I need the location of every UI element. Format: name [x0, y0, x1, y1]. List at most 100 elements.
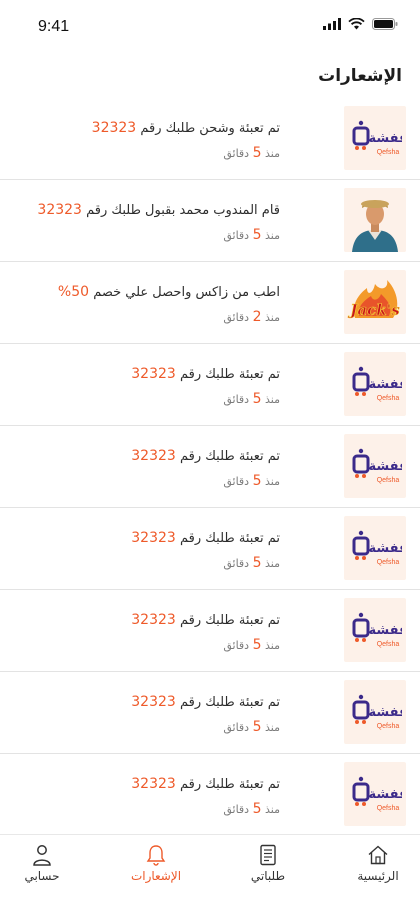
notification-message: قام المندوب محمد بقبول طلبك رقم 32323: [30, 202, 280, 218]
notification-time: منذ 5 دقائق: [30, 473, 280, 489]
qefsha-logo-icon: قفشة Qefsha: [352, 612, 402, 648]
wifi-icon: [348, 18, 365, 30]
qefsha-brand-latin: Qefsha: [377, 149, 400, 156]
notification-highlight: 32323: [131, 776, 176, 792]
time-unit: دقائق: [223, 803, 250, 816]
time-number: 5: [252, 145, 262, 161]
notification-message: تم تعبئة طلبك رقم 32323: [30, 530, 280, 546]
notification-item[interactable]: قفشة Qefsha تم تعبئة طلبك رقم 32323 منذ 5 د…: [0, 344, 420, 426]
notification-item[interactable]: قفشة Qefsha تم تعبئة طلبك رقم 32323 منذ 5 د…: [0, 672, 420, 754]
page-title: الإشعارات: [318, 66, 402, 86]
qefsha-brand-latin: Qefsha: [377, 723, 400, 730]
notification-time: منذ 5 دقائق: [30, 227, 280, 243]
notification-item[interactable]: قفشة Qefsha تم تعبئة طلبك رقم 32323 منذ 5 د…: [0, 590, 420, 672]
notification-content: تم تعبئة طلبك رقم 32323 منذ 5 دقائق: [30, 694, 280, 735]
notification-item[interactable]: قام المندوب محمد بقبول طلبك رقم 32323 منذ…: [0, 180, 420, 262]
nav-item-notifications[interactable]: الإشعارات: [106, 843, 206, 883]
notification-item[interactable]: قفشة Qefsha تم تعبئة طلبك رقم 32323 منذ 5 د…: [0, 508, 420, 590]
qefsha-logo-icon: قفشة Qefsha: [352, 448, 402, 484]
qefsha-brand-name: قفشة: [369, 459, 402, 474]
nav-label-account: حسابي: [24, 869, 60, 883]
qefsha-brand-name: قفشة: [369, 377, 402, 392]
status-time: 9:41: [38, 18, 70, 35]
qefsha-logo-icon: قفشة Qefsha: [352, 530, 402, 566]
notification-text: تم تعبئة طلبك رقم: [179, 695, 280, 710]
nav-label-notifications: الإشعارات: [130, 869, 182, 883]
notification-text: قام المندوب محمد بقبول طلبك رقم: [86, 203, 280, 218]
orders-icon: [260, 844, 276, 866]
time-unit: دقائق: [223, 639, 250, 652]
notification-time: منذ 5 دقائق: [30, 637, 280, 653]
notification-item[interactable]: قفشة Qefsha تم تعبئة وشحن طلبك رقم 32323 من…: [0, 98, 420, 180]
qefsha-logo-icon: قفشة Qefsha: [352, 120, 402, 156]
time-prefix: منذ: [265, 557, 280, 570]
time-prefix: منذ: [265, 475, 280, 488]
time-unit: دقائق: [223, 393, 250, 406]
notification-message: تم تعبئة طلبك رقم 32323: [30, 448, 280, 464]
time-prefix: منذ: [265, 393, 280, 406]
time-number: 2: [252, 309, 262, 325]
notification-content: تم تعبئة وشحن طلبك رقم 32323 منذ 5 دقائق: [30, 120, 280, 161]
notification-text: تم تعبئة طلبك رقم: [179, 777, 280, 792]
notification-time: منذ 5 دقائق: [30, 801, 280, 817]
notification-text: تم تعبئة طلبك رقم: [179, 449, 280, 464]
user-icon: [33, 845, 51, 866]
time-unit: دقائق: [223, 147, 250, 160]
qefsha-brand-latin: Qefsha: [377, 641, 400, 648]
qefsha-brand-latin: Qefsha: [377, 805, 400, 812]
battery-icon: [372, 18, 398, 30]
notification-time: منذ 5 دقائق: [30, 391, 280, 407]
time-unit: دقائق: [223, 557, 250, 570]
qefsha-brand-name: قفشة: [369, 623, 402, 638]
notification-content: قام المندوب محمد بقبول طلبك رقم 32323 منذ…: [30, 202, 280, 243]
notification-message: اطب من زاكس واحصل علي خصم 50%: [30, 284, 280, 300]
notification-item[interactable]: قفشة Qefsha تم تعبئة طلبك رقم 32323 منذ 5 د…: [0, 754, 420, 836]
time-number: 5: [252, 227, 262, 243]
notification-time: منذ 5 دقائق: [30, 719, 280, 735]
notification-thumbnail: قفشة Qefsha: [344, 762, 406, 826]
time-number: 5: [252, 719, 262, 735]
qefsha-brand-latin: Qefsha: [377, 395, 400, 402]
delegate-avatar-icon: [344, 188, 406, 252]
notification-time: منذ 2 دقائق: [30, 309, 280, 325]
notification-thumbnail: قفشة Qefsha: [344, 434, 406, 498]
nav-item-account[interactable]: حسابي: [0, 843, 92, 883]
jacks-logo-icon: Jack's: [347, 280, 401, 319]
qefsha-logo-icon: قفشة Qefsha: [352, 366, 402, 402]
signal-icon: [323, 18, 341, 30]
time-prefix: منذ: [265, 639, 280, 652]
time-number: 5: [252, 473, 262, 489]
notification-highlight: 32323: [91, 120, 137, 136]
nav-label-orders: طلباتي: [250, 869, 286, 883]
notification-content: اطب من زاكس واحصل علي خصم 50% منذ 2 دقائق: [30, 284, 280, 325]
nav-item-home[interactable]: الرئيسية: [328, 843, 420, 883]
notification-highlight: 32323: [131, 366, 176, 382]
notification-message: تم تعبئة طلبك رقم 32323: [30, 694, 280, 710]
notification-highlight: 32323: [131, 530, 176, 546]
notification-text: تم تعبئة وشحن طلبك رقم: [140, 121, 280, 136]
notification-content: تم تعبئة طلبك رقم 32323 منذ 5 دقائق: [30, 366, 280, 407]
notification-content: تم تعبئة طلبك رقم 32323 منذ 5 دقائق: [30, 776, 280, 817]
time-prefix: منذ: [265, 803, 280, 816]
notification-item[interactable]: Jack's اطب من زاكس واحصل علي خصم 50% منذ 2…: [0, 262, 420, 344]
notification-message: تم تعبئة طلبك رقم 32323: [30, 776, 280, 792]
notification-thumbnail: قفشة Qefsha: [344, 598, 406, 662]
nav-label-home: الرئيسية: [357, 869, 399, 883]
notification-content: تم تعبئة طلبك رقم 32323 منذ 5 دقائق: [30, 612, 280, 653]
notification-text: اطب من زاكس واحصل علي خصم: [93, 285, 280, 300]
qefsha-brand-name: قفشة: [369, 541, 402, 556]
notification-thumbnail: قفشة Qefsha: [344, 516, 406, 580]
notification-message: تم تعبئة طلبك رقم 32323: [30, 366, 280, 382]
nav-item-orders[interactable]: طلباتي: [218, 843, 318, 883]
notification-thumbnail: [344, 188, 406, 252]
time-prefix: منذ: [265, 311, 280, 324]
notification-content: تم تعبئة طلبك رقم 32323 منذ 5 دقائق: [30, 448, 280, 489]
notification-thumbnail: قفشة Qefsha: [344, 352, 406, 416]
notification-time: منذ 5 دقائق: [30, 145, 280, 161]
status-bar: 9:41: [0, 0, 420, 50]
notification-text: تم تعبئة طلبك رقم: [179, 367, 280, 382]
notification-item[interactable]: قفشة Qefsha تم تعبئة طلبك رقم 32323 منذ 5 د…: [0, 426, 420, 508]
qefsha-brand-name: قفشة: [369, 131, 402, 146]
notification-highlight: 32323: [131, 612, 176, 628]
time-prefix: منذ: [265, 229, 280, 242]
